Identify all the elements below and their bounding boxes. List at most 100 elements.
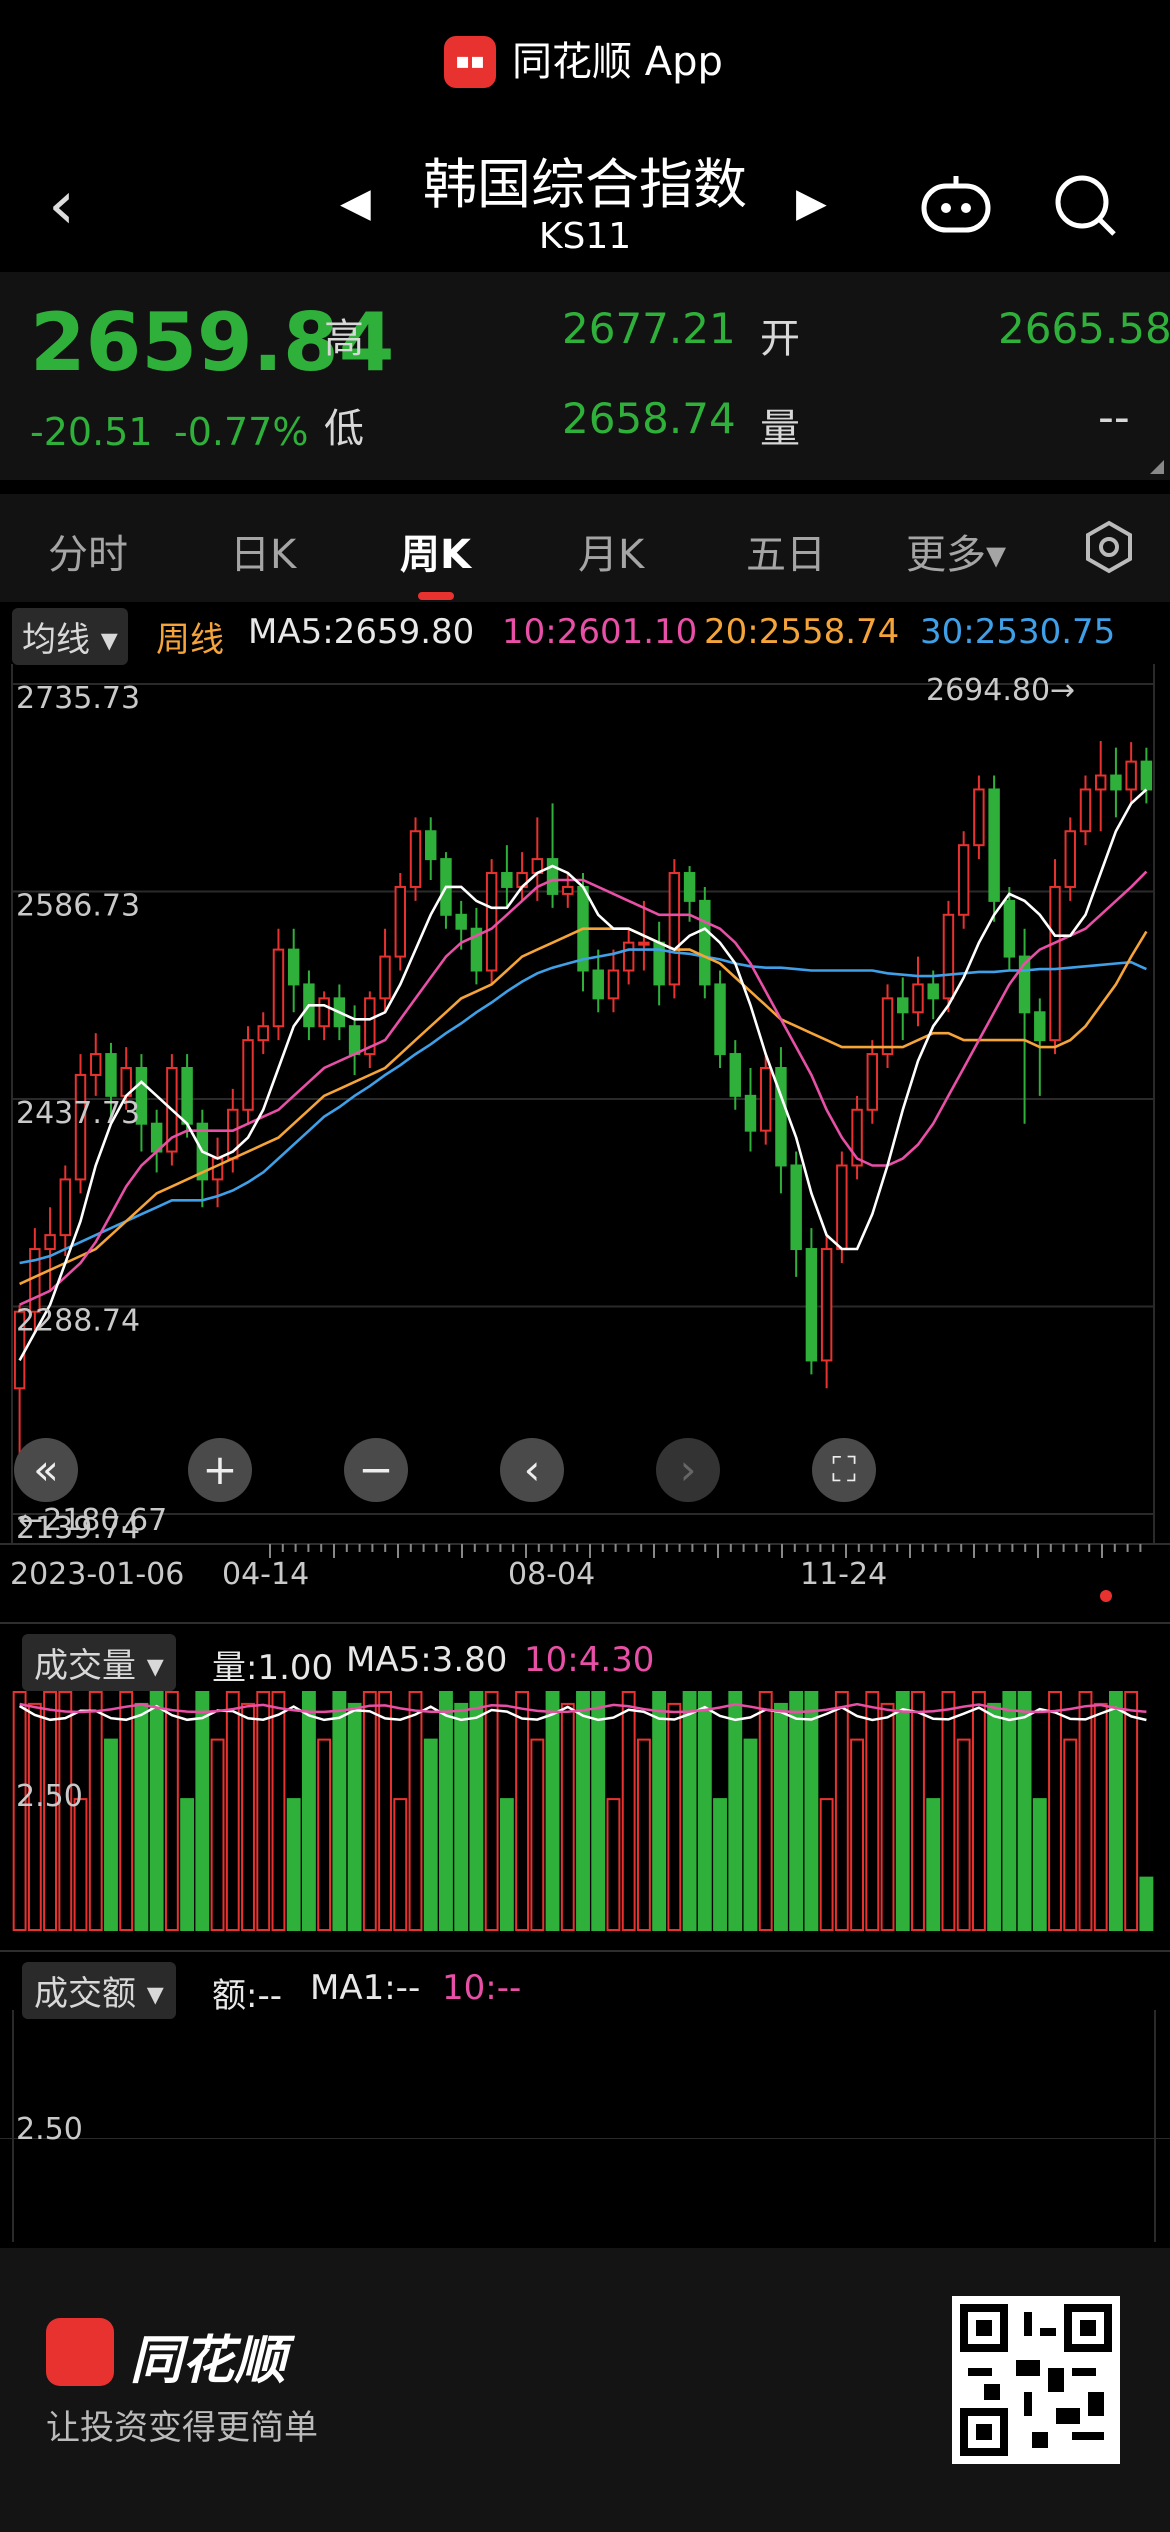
candle-body xyxy=(714,983,726,1056)
volume-bar xyxy=(180,1798,195,1931)
candle-body xyxy=(957,844,970,916)
candle-body xyxy=(59,1178,72,1237)
zoom-out-button[interactable]: − xyxy=(344,1438,408,1502)
volume-y-tick: 2.50 xyxy=(16,1779,83,1814)
volume-bar xyxy=(225,1691,240,1931)
page-title: 韩国综合指数 xyxy=(423,153,747,216)
volume-bar xyxy=(1139,1876,1154,1931)
volume-bar xyxy=(819,1798,834,1931)
candle-body xyxy=(942,913,955,1000)
volume-bar xyxy=(134,1702,149,1932)
candle-body xyxy=(607,969,620,1000)
candle-body xyxy=(699,899,711,986)
footer-brand: 同花顺 xyxy=(130,2331,287,2391)
candle-body xyxy=(211,1157,224,1181)
expand-left-button[interactable]: « xyxy=(14,1438,78,1502)
candle-body xyxy=(425,830,437,861)
settings-gear-icon[interactable] xyxy=(1082,520,1136,574)
divider xyxy=(0,1950,1170,1952)
volume-bar xyxy=(728,1691,743,1931)
candle-body xyxy=(912,983,924,1014)
amount-selector-label: 成交额 xyxy=(34,1974,136,2014)
candle-body xyxy=(1003,899,1016,958)
x-tick-label: 2023-01-06 xyxy=(10,1557,184,1592)
zoom-in-button[interactable]: + xyxy=(188,1438,252,1502)
volume-bar xyxy=(1124,1691,1139,1931)
candle-body xyxy=(181,1066,193,1125)
candle-body xyxy=(348,1025,361,1056)
candle-body xyxy=(1094,774,1107,791)
tab-daily-k[interactable]: 日K xyxy=(230,522,296,580)
volume-bar xyxy=(895,1691,910,1931)
volume-bar xyxy=(576,1691,590,1931)
volume-bar xyxy=(484,1691,499,1931)
active-tab-indicator xyxy=(418,592,454,600)
volume-bar xyxy=(545,1691,560,1931)
volume-bar xyxy=(682,1691,697,1931)
volume-selector[interactable]: 成交量 ▾ xyxy=(22,1634,176,1691)
open-label: 开 xyxy=(760,316,800,362)
robot-assistant-icon[interactable] xyxy=(918,176,994,234)
volume-ma10: 10:4.30 xyxy=(524,1640,655,1680)
volume-bar xyxy=(454,1702,469,1932)
volume-bar xyxy=(530,1738,545,1931)
max-price-label: 2694.80→ xyxy=(926,673,1075,708)
candle-body xyxy=(379,955,391,1000)
candle-body xyxy=(668,872,681,986)
y-tick-label: 2735.73 xyxy=(16,681,140,716)
amount-current: 额:-- xyxy=(212,1976,282,2016)
y-axis: 2735.732586.732437.732288.742139.74 xyxy=(16,681,140,1546)
amount-selector[interactable]: 成交额 ▾ xyxy=(22,1962,176,2019)
scroll-left-button[interactable]: ‹ xyxy=(500,1438,564,1502)
divider xyxy=(0,1622,1170,1624)
candle-body xyxy=(897,997,909,1014)
volume-bar xyxy=(104,1738,118,1931)
volume-bar xyxy=(119,1691,134,1931)
search-icon[interactable] xyxy=(1052,172,1118,238)
volume-bar xyxy=(606,1798,621,1931)
stock-code: KS11 xyxy=(538,216,632,257)
fullscreen-button[interactable]: ⛶ xyxy=(812,1438,876,1502)
live-dot xyxy=(1100,1590,1112,1602)
tab-more[interactable]: 更多▾ xyxy=(906,522,1006,580)
tab-intraday[interactable]: 分时 xyxy=(48,522,128,580)
volume-bar xyxy=(560,1702,575,1932)
candle-body xyxy=(1064,830,1076,888)
candle-body xyxy=(759,1066,772,1132)
volume-bar xyxy=(515,1691,530,1931)
volume-bar xyxy=(88,1691,103,1931)
volume-bar xyxy=(210,1738,225,1931)
scroll-right-button[interactable]: › xyxy=(656,1438,720,1502)
volume-bar xyxy=(241,1702,255,1932)
volume-bar xyxy=(789,1691,804,1931)
volume-bar xyxy=(499,1798,514,1931)
x-axis: 2023-01-06 04-14 08-04 11-24 xyxy=(10,1544,1142,1592)
footer-slogan: 让投资变得更简单 xyxy=(46,2408,318,2448)
volume-bar xyxy=(911,1691,925,1931)
candle-body xyxy=(105,1053,117,1097)
tab-five-day[interactable]: 五日 xyxy=(746,522,826,580)
volume-bar xyxy=(850,1738,865,1931)
amount-y-tick: 2.50 xyxy=(16,2112,83,2147)
candle-body xyxy=(455,913,467,930)
ma5-value: MA5:2659.80 xyxy=(248,612,475,652)
expand-corner-icon[interactable] xyxy=(1150,460,1164,474)
candle-body xyxy=(622,941,635,972)
kline-chart[interactable]: 2735.732586.732437.732288.742139.74 2694… xyxy=(0,664,1170,1624)
amount-ma10: 10:-- xyxy=(442,1968,522,2008)
high-value: 2677.21 xyxy=(562,304,736,353)
tab-weekly-k[interactable]: 周K xyxy=(400,522,471,580)
volume-bar xyxy=(301,1691,316,1931)
next-stock-icon[interactable]: ▶ xyxy=(796,180,827,226)
volume-bar xyxy=(1048,1691,1062,1931)
candle-body xyxy=(272,948,285,1028)
qr-code-icon xyxy=(952,2296,1120,2464)
volume-bar xyxy=(987,1702,1002,1932)
indicator-selector[interactable]: 均线 ▾ xyxy=(12,608,128,665)
y-tick-label: 2288.74 xyxy=(16,1303,140,1338)
candle-body xyxy=(562,885,574,895)
candles xyxy=(13,741,1153,1486)
volume-bar xyxy=(621,1691,636,1931)
tab-monthly-k[interactable]: 月K xyxy=(578,522,644,580)
open-value: 2665.58 xyxy=(998,304,1170,353)
